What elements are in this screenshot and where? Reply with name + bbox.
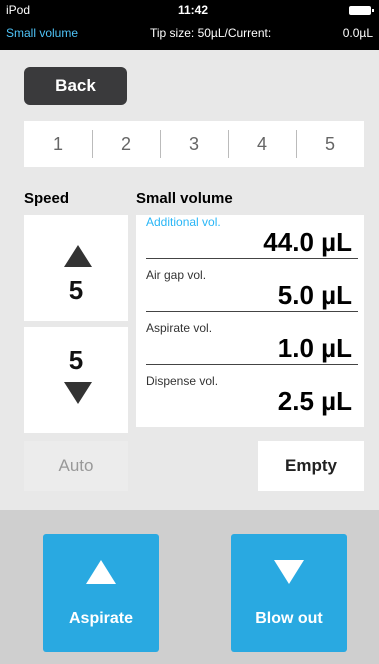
small-volume-heading: Small volume — [136, 190, 233, 207]
speed-heading: Speed — [24, 190, 70, 207]
tab-3[interactable]: 3 — [160, 129, 228, 158]
clock-time: 11:42 — [178, 3, 209, 17]
program-tabs: 1 2 3 4 5 — [24, 121, 364, 167]
tip-size-label: Tip size: 50µL/Current: — [150, 26, 272, 40]
tab-5[interactable]: 5 — [296, 129, 364, 158]
speed-up-button[interactable]: 5 — [24, 215, 128, 321]
aspirate-button[interactable]: Aspirate — [43, 534, 159, 652]
blow-out-label: Blow out — [255, 610, 323, 627]
aspirate-label: Aspirate — [68, 610, 134, 627]
battery-icon — [349, 6, 374, 15]
speed-down-value: 5 — [68, 345, 84, 375]
volume-panel: Additional vol. 44.0 µL Air gap vol. 5.0… — [136, 215, 364, 427]
divider — [146, 311, 358, 312]
current-volume: 0.0µL — [342, 26, 373, 40]
tab-4[interactable]: 4 — [228, 129, 296, 158]
blow-out-button[interactable]: Blow out — [231, 534, 347, 652]
volume-row-air-gap[interactable]: Air gap vol. 5.0 µL — [146, 268, 358, 312]
divider — [146, 258, 358, 259]
volume-row-aspirate[interactable]: Aspirate vol. 1.0 µL — [146, 321, 358, 365]
empty-button[interactable]: Empty — [258, 441, 364, 491]
arrow-up-icon — [86, 560, 116, 584]
volume-row-additional[interactable]: Additional vol. 44.0 µL — [146, 215, 358, 259]
divider — [146, 364, 358, 365]
volume-row-dispense[interactable]: Dispense vol. 2.5 µL — [146, 374, 358, 417]
tab-2[interactable]: 2 — [92, 129, 160, 158]
mode-label: Small volume — [6, 26, 79, 40]
back-button[interactable]: Back — [24, 67, 127, 105]
volume-value: 1.0 µL — [277, 333, 352, 363]
arrow-up-icon — [64, 245, 92, 267]
arrow-down-icon — [274, 560, 304, 584]
speed-up-value: 5 — [68, 275, 84, 305]
volume-value: 2.5 µL — [277, 386, 352, 416]
arrow-down-icon — [64, 382, 92, 404]
status-bar: iPod 11:42 Small volume Tip size: 50µL/C… — [0, 0, 379, 50]
volume-value: 44.0 µL — [263, 227, 352, 257]
device-name: iPod — [6, 3, 31, 17]
auto-button[interactable]: Auto — [24, 441, 128, 491]
volume-value: 5.0 µL — [277, 280, 352, 310]
tab-1[interactable]: 1 — [24, 134, 92, 155]
action-bar: Aspirate Blow out — [0, 510, 379, 664]
speed-down-button[interactable]: 5 — [24, 327, 128, 433]
